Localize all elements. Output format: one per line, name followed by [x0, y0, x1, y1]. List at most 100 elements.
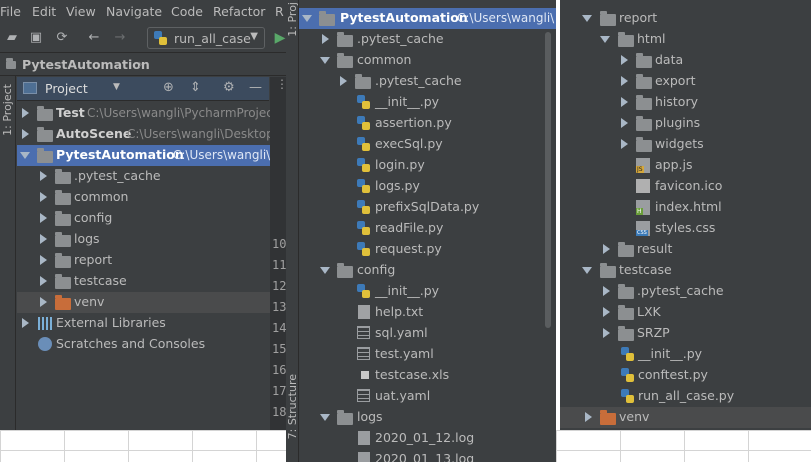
tree-item-pytest-cache[interactable]: .pytest_cache: [17, 166, 270, 187]
tree-item-test[interactable]: Test C:\Users\wangli\PycharmProject: [17, 103, 278, 124]
tree-item[interactable]: __init__.py: [299, 92, 544, 113]
expand-arrow-icon[interactable]: [603, 307, 610, 317]
expand-arrow-icon[interactable]: [621, 55, 628, 65]
forward-arrow-icon[interactable]: →: [112, 30, 128, 46]
tree-item-report[interactable]: report: [17, 250, 270, 271]
menu-refactor[interactable]: Refactor: [213, 4, 265, 19]
structure-tool-tab[interactable]: 7: Structure: [286, 374, 299, 439]
collapse-arrow-icon[interactable]: [320, 414, 330, 421]
tree-item[interactable]: conftest.py: [560, 365, 811, 386]
tree-item[interactable]: history: [560, 92, 811, 113]
tree-item[interactable]: help.txt: [299, 302, 544, 323]
expand-arrow-icon[interactable]: [585, 412, 592, 422]
tree-item[interactable]: report: [560, 8, 811, 29]
tree-item[interactable]: __init__.py: [299, 281, 544, 302]
expand-arrow-icon[interactable]: [40, 192, 47, 202]
expand-arrow-icon[interactable]: [621, 76, 628, 86]
expand-arrow-icon[interactable]: [22, 129, 29, 139]
expand-arrow-icon[interactable]: [621, 97, 628, 107]
collapse-arrow-icon[interactable]: [320, 57, 330, 64]
expand-arrow-icon[interactable]: [40, 171, 47, 181]
tree-item[interactable]: LXK: [560, 302, 811, 323]
tree-item-testcase[interactable]: testcase: [17, 271, 270, 292]
tree-item[interactable]: styles.css: [560, 218, 811, 239]
collapse-icon[interactable]: ⇕: [190, 80, 201, 95]
expand-arrow-icon[interactable]: [340, 76, 347, 86]
tree-item[interactable]: config: [299, 260, 544, 281]
run-configuration-select[interactable]: run_all_case ▼: [147, 27, 265, 49]
tree-item-pytestautomation[interactable]: PytestAutomation C:\Users\wangli\: [299, 8, 556, 29]
back-arrow-icon[interactable]: ←: [86, 30, 102, 46]
expand-arrow-icon[interactable]: [603, 328, 610, 338]
tree-item-logs[interactable]: logs: [17, 229, 270, 250]
locate-icon[interactable]: ⊕: [163, 80, 174, 95]
tree-item[interactable]: result: [560, 239, 811, 260]
tree-item[interactable]: export: [560, 71, 811, 92]
tree-item[interactable]: prefixSqlData.py: [299, 197, 544, 218]
tree-item[interactable]: .pytest_cache: [299, 29, 544, 50]
tree-item-config[interactable]: config: [17, 208, 270, 229]
tree-item[interactable]: widgets: [560, 134, 811, 155]
chevron-down-icon[interactable]: ▼: [113, 82, 120, 92]
expand-arrow-icon[interactable]: [603, 286, 610, 296]
expand-arrow-icon[interactable]: [40, 213, 47, 223]
tree-item[interactable]: testcase.xls: [299, 365, 544, 386]
tree-item-scratches[interactable]: Scratches and Consoles: [17, 334, 270, 355]
collapse-arrow-icon[interactable]: [582, 267, 592, 274]
project-tool-tab[interactable]: 1: Project: [1, 84, 14, 136]
tree-item-common[interactable]: common: [17, 187, 270, 208]
save-icon[interactable]: ▣: [28, 30, 44, 46]
expand-arrow-icon[interactable]: [40, 255, 47, 265]
tree-item[interactable]: index.html: [560, 197, 811, 218]
menu-code[interactable]: Code: [171, 4, 203, 19]
gear-icon[interactable]: ⚙: [223, 80, 235, 95]
expand-arrow-icon[interactable]: [22, 108, 29, 118]
scrollbar[interactable]: [545, 32, 551, 328]
expand-arrow-icon[interactable]: [40, 297, 47, 307]
hide-icon[interactable]: —: [249, 80, 262, 95]
tree-item[interactable]: plugins: [560, 113, 811, 134]
tree-item[interactable]: .pytest_cache: [560, 281, 811, 302]
expand-arrow-icon[interactable]: [22, 318, 29, 328]
tree-item[interactable]: logs.py: [299, 176, 544, 197]
open-folder-icon[interactable]: ▰: [4, 30, 20, 46]
tree-item[interactable]: readFile.py: [299, 218, 544, 239]
tree-item[interactable]: 2020_01_12.log: [299, 428, 544, 449]
tree-item[interactable]: run_all_case.py: [560, 386, 811, 407]
tree-item[interactable]: sql.yaml: [299, 323, 544, 344]
collapse-arrow-icon[interactable]: [320, 267, 330, 274]
collapse-arrow-icon[interactable]: [302, 15, 312, 22]
tree-item-external-libraries[interactable]: External Libraries: [17, 313, 270, 334]
breadcrumb-project[interactable]: PytestAutomation: [22, 57, 150, 72]
expand-arrow-icon[interactable]: [40, 276, 47, 286]
menu-file[interactable]: File: [0, 4, 21, 19]
tree-item[interactable]: .pytest_cache: [299, 71, 544, 92]
tree-item[interactable]: venv: [560, 407, 811, 428]
expand-arrow-icon[interactable]: [621, 118, 628, 128]
run-icon[interactable]: ▶: [272, 30, 286, 46]
collapse-arrow-icon[interactable]: [600, 36, 610, 43]
tree-item-pytestautomation[interactable]: PytestAutomation C:\Users\wangli\: [17, 145, 270, 166]
collapse-arrow-icon[interactable]: [20, 152, 30, 159]
menu-view[interactable]: View: [66, 4, 96, 19]
tree-item[interactable]: uat.yaml: [299, 386, 544, 407]
tree-item[interactable]: favicon.ico: [560, 176, 811, 197]
tree-item[interactable]: html: [560, 29, 811, 50]
tree-item[interactable]: logs: [299, 407, 544, 428]
expand-arrow-icon[interactable]: [603, 244, 610, 254]
tree-item[interactable]: app.js: [560, 155, 811, 176]
menu-navigate[interactable]: Navigate: [106, 4, 162, 19]
tree-item-autoscene[interactable]: AutoScene C:\Users\wangli\Desktop: [17, 124, 274, 145]
expand-arrow-icon[interactable]: [621, 139, 628, 149]
tree-item[interactable]: login.py: [299, 155, 544, 176]
project-tool-tab[interactable]: 1: Proj: [286, 2, 299, 37]
collapse-arrow-icon[interactable]: [582, 15, 592, 22]
tree-item[interactable]: assertion.py: [299, 113, 544, 134]
tree-item[interactable]: SRZP: [560, 323, 811, 344]
tree-item[interactable]: test.yaml: [299, 344, 544, 365]
tree-item[interactable]: data: [560, 50, 811, 71]
tree-item[interactable]: execSql.py: [299, 134, 544, 155]
tree-item[interactable]: testcase: [560, 260, 811, 281]
expand-arrow-icon[interactable]: [40, 234, 47, 244]
tree-item[interactable]: common: [299, 50, 544, 71]
